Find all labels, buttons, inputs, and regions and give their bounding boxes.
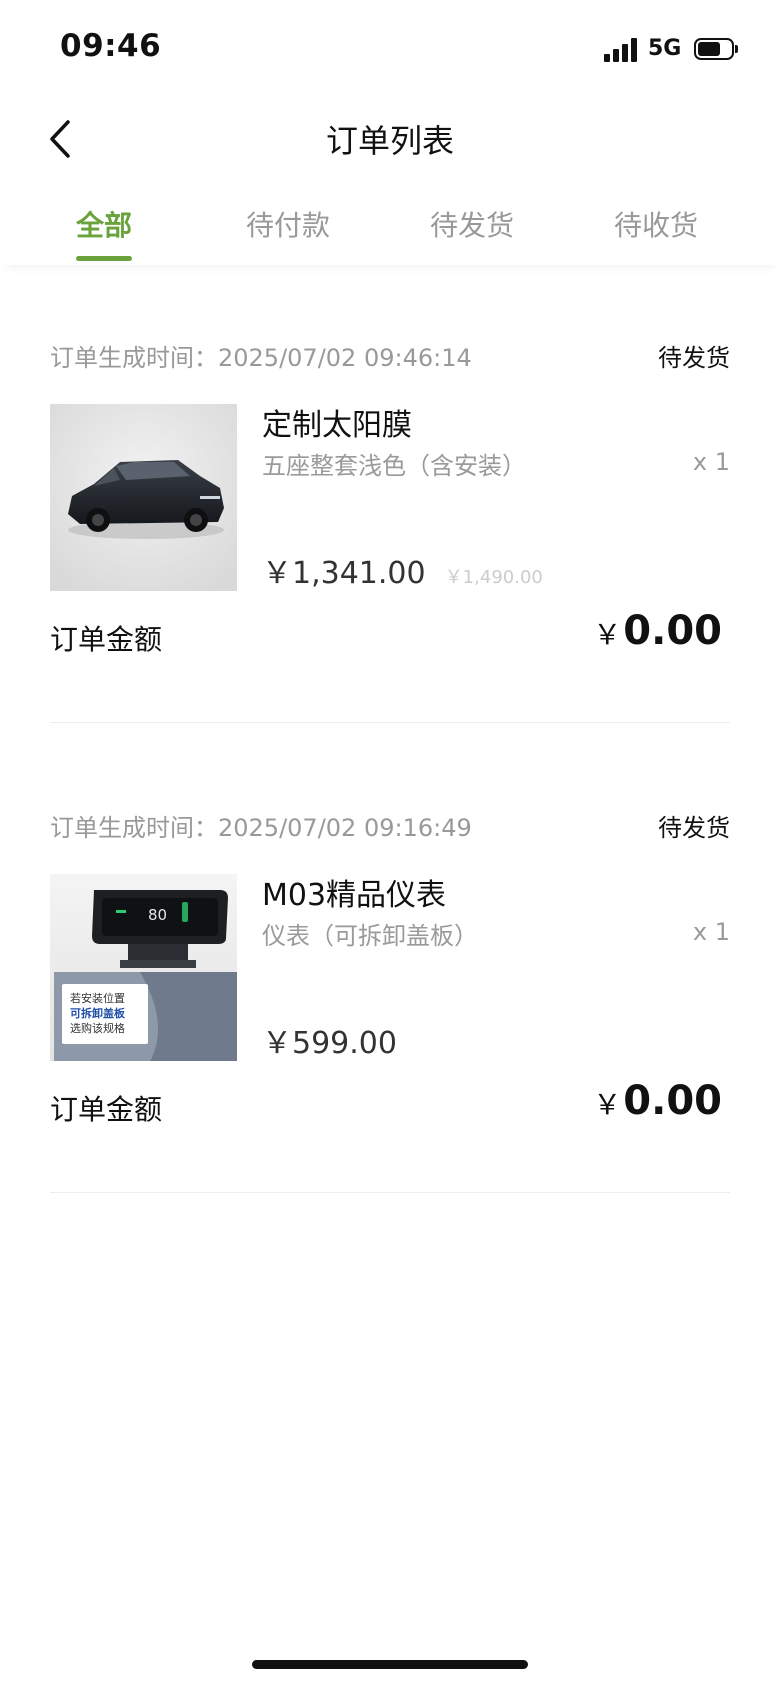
order-total-label: 订单金额 bbox=[50, 1093, 163, 1126]
order-card[interactable]: 订单生成时间：2025/07/02 09:46:14 待发货 定制太阳膜 五座整… bbox=[50, 338, 730, 808]
status-time: 09:46 bbox=[60, 28, 162, 64]
tab-pending-payment[interactable]: 待付款 bbox=[196, 204, 380, 244]
display-speed: 80 bbox=[148, 906, 167, 924]
product-name: 定制太阳膜 bbox=[262, 408, 412, 443]
battery-icon bbox=[694, 38, 738, 60]
order-status: 待发货 bbox=[658, 344, 730, 372]
image-caption-line2: 可拆卸盖板 bbox=[70, 1006, 126, 1020]
currency-symbol: ￥ bbox=[593, 1088, 622, 1121]
order-total: ￥0.00 bbox=[593, 1078, 722, 1124]
tab-pending-receipt[interactable]: 待收货 bbox=[564, 204, 748, 244]
network-type: 5G bbox=[648, 36, 682, 61]
order-status: 待发货 bbox=[658, 814, 730, 842]
image-caption-line3: 选购该规格 bbox=[70, 1021, 125, 1035]
product-image[interactable] bbox=[50, 404, 237, 591]
signal-icon bbox=[604, 38, 640, 62]
product-price: ￥599.00 bbox=[262, 1026, 397, 1061]
product-spec: 五座整套浅色（含安装） bbox=[262, 452, 526, 480]
order-total-amount: 0.00 bbox=[623, 1078, 722, 1124]
price-row: ￥1,341.00 ￥1,490.00 bbox=[262, 548, 543, 592]
currency-symbol: ￥ bbox=[593, 618, 622, 651]
page-title: 订单列表 bbox=[325, 122, 454, 160]
price-row: ￥599.00 bbox=[262, 1018, 397, 1062]
header: 订单列表 bbox=[0, 96, 780, 186]
order-time: 订单生成时间：2025/07/02 09:46:14 bbox=[50, 344, 472, 372]
original-price: ￥1,490.00 bbox=[444, 567, 543, 588]
divider bbox=[50, 722, 730, 723]
tab-all[interactable]: 全部 bbox=[12, 204, 196, 244]
image-caption-line1: 若安装位置 bbox=[70, 991, 125, 1005]
order-total: ￥0.00 bbox=[593, 608, 722, 654]
order-card[interactable]: 订单生成时间：2025/07/02 09:16:49 待发货 80 若安装位置 … bbox=[50, 808, 730, 1278]
product-name: M03精品仪表 bbox=[262, 878, 447, 913]
product-quantity: x 1 bbox=[692, 448, 730, 476]
product-image[interactable]: 80 若安装位置 可拆卸盖板 选购该规格 bbox=[50, 874, 237, 1061]
tab-bar: 全部 待付款 待发货 待收货 bbox=[0, 190, 780, 265]
product-spec: 仪表（可拆卸盖板） bbox=[262, 922, 478, 950]
divider bbox=[50, 1192, 730, 1193]
order-time: 订单生成时间：2025/07/02 09:16:49 bbox=[50, 814, 472, 842]
product-price: ￥1,341.00 bbox=[262, 556, 426, 591]
active-tab-indicator bbox=[76, 256, 132, 261]
tab-pending-shipment[interactable]: 待发货 bbox=[380, 204, 564, 244]
product-quantity: x 1 bbox=[692, 918, 730, 946]
dashboard-display-image: 80 若安装位置 可拆卸盖板 选购该规格 bbox=[50, 874, 237, 1061]
status-bar: 09:46 5G bbox=[0, 0, 780, 90]
order-total-amount: 0.00 bbox=[623, 608, 722, 654]
car-image bbox=[50, 404, 237, 591]
order-total-label: 订单金额 bbox=[50, 623, 163, 656]
home-indicator[interactable] bbox=[252, 1660, 528, 1669]
